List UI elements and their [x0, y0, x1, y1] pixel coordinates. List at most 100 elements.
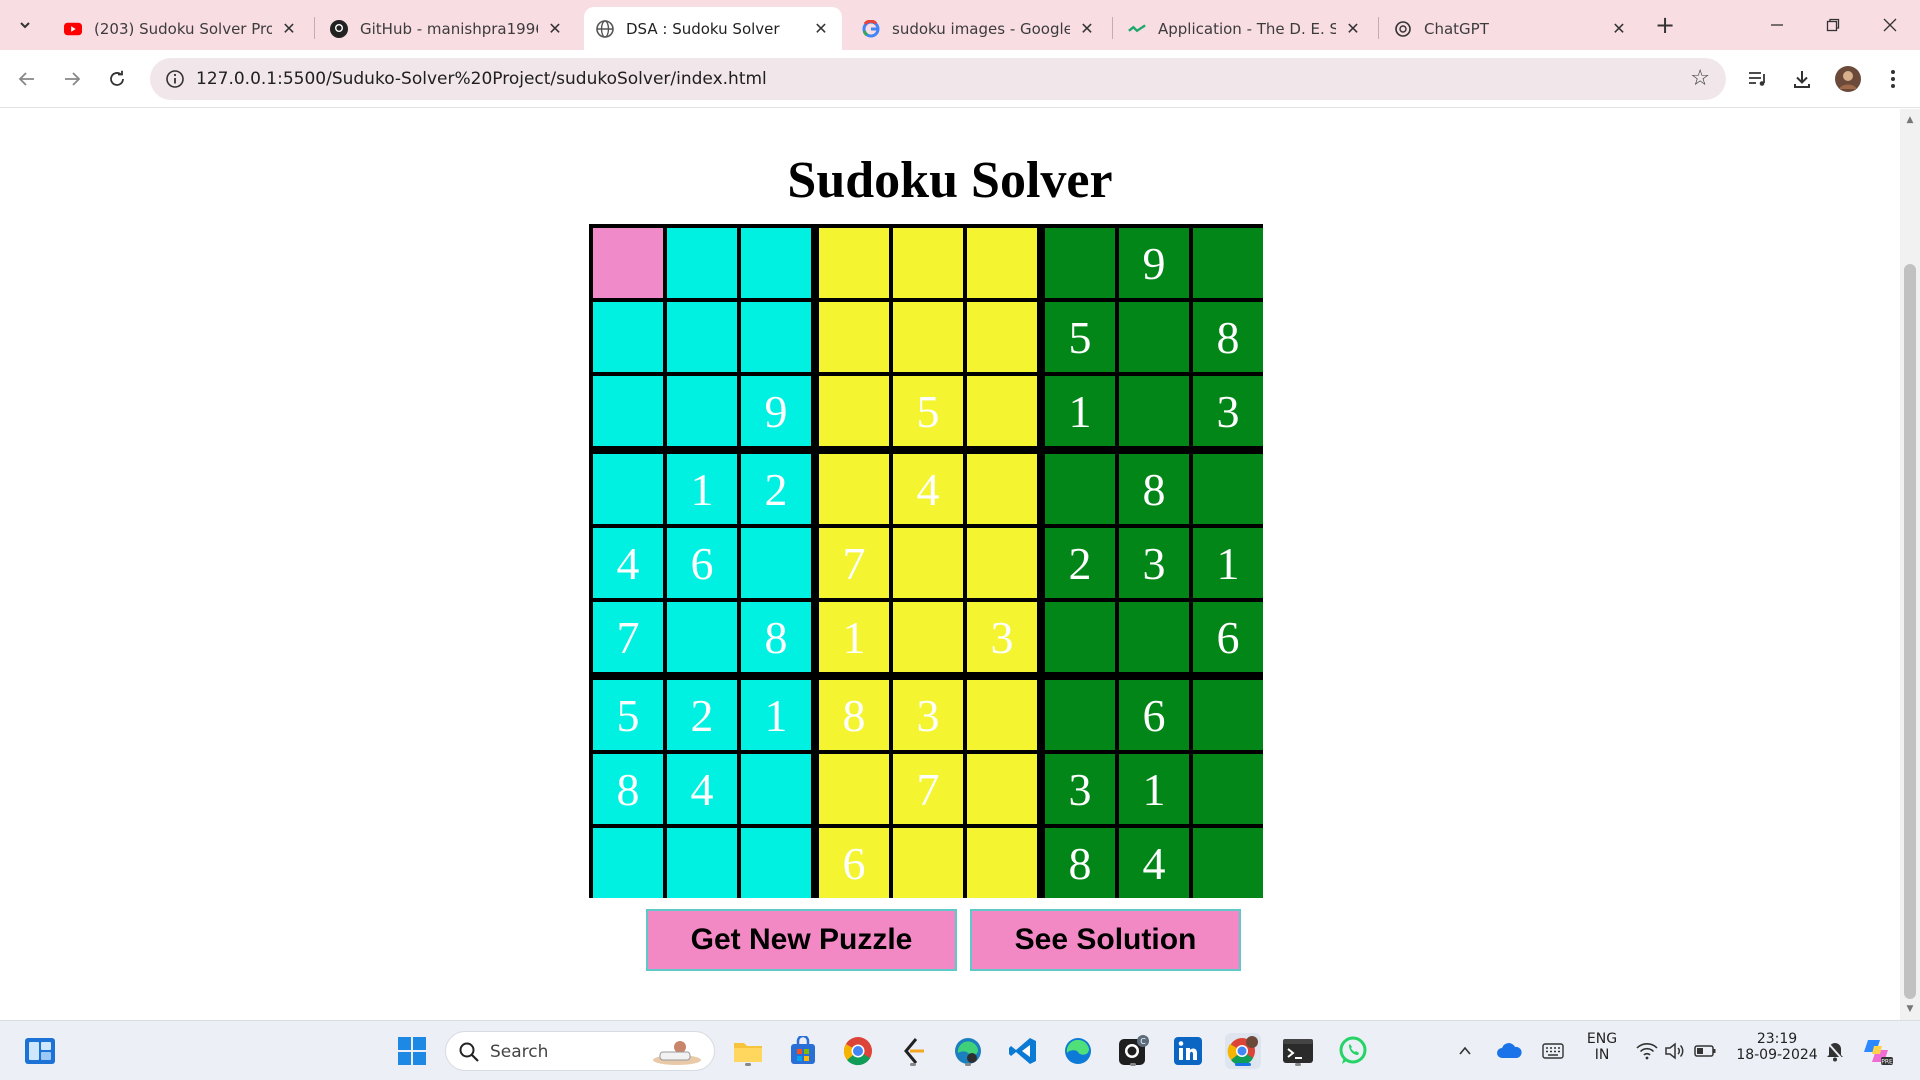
sudoku-cell[interactable] — [741, 528, 811, 598]
sudoku-cell[interactable] — [1119, 302, 1189, 372]
sudoku-cell[interactable]: 2 — [667, 680, 737, 750]
sudoku-cell[interactable] — [967, 754, 1037, 824]
sudoku-cell[interactable] — [1045, 454, 1115, 524]
sudoku-cell[interactable]: 8 — [1119, 454, 1189, 524]
sudoku-cell[interactable] — [593, 828, 663, 898]
sudoku-cell[interactable]: 4 — [593, 528, 663, 598]
sudoku-cell[interactable] — [967, 454, 1037, 524]
sudoku-cell[interactable]: 3 — [1193, 376, 1263, 446]
sudoku-cell[interactable] — [1045, 228, 1115, 298]
see-solution-button[interactable]: See Solution — [970, 909, 1241, 971]
media-control-button[interactable] — [1743, 64, 1773, 94]
new-tab-button[interactable]: + — [1650, 10, 1680, 40]
tab-search-button[interactable] — [10, 10, 40, 40]
taskbar-search-box[interactable]: Search — [445, 1031, 715, 1071]
sudoku-cell[interactable]: 5 — [893, 376, 963, 446]
sudoku-cell[interactable] — [1119, 602, 1189, 672]
forward-button[interactable] — [57, 64, 87, 94]
sudoku-cell[interactable] — [667, 228, 737, 298]
reload-button[interactable] — [102, 64, 132, 94]
sudoku-cell[interactable] — [819, 228, 889, 298]
sudoku-cell[interactable] — [1045, 602, 1115, 672]
taskbar-github-desktop[interactable]: C — [1115, 1033, 1151, 1069]
sudoku-cell[interactable] — [667, 602, 737, 672]
taskbar-dev-tool[interactable] — [895, 1033, 931, 1069]
sudoku-cell[interactable] — [667, 376, 737, 446]
taskbar-vscode[interactable] — [1005, 1033, 1041, 1069]
tray-overflow-button[interactable] — [1454, 1033, 1476, 1069]
sudoku-cell[interactable]: 7 — [893, 754, 963, 824]
sudoku-cell[interactable]: 1 — [1193, 528, 1263, 598]
scroll-up-arrow-icon[interactable]: ▲ — [1900, 111, 1920, 129]
sudoku-cell[interactable]: 8 — [819, 680, 889, 750]
sudoku-cell[interactable]: 6 — [1193, 602, 1263, 672]
get-new-puzzle-button[interactable]: Get New Puzzle — [646, 909, 957, 971]
star-icon[interactable]: ☆ — [1690, 66, 1710, 91]
sudoku-cell[interactable] — [893, 228, 963, 298]
close-tab-icon[interactable]: ✕ — [546, 19, 564, 38]
sudoku-cell[interactable] — [1193, 228, 1263, 298]
onedrive-button[interactable] — [1494, 1033, 1524, 1069]
taskbar-terminal[interactable] — [1280, 1033, 1316, 1069]
address-bar[interactable]: 127.0.0.1:5500/Suduko-Solver%20Project/s… — [150, 58, 1726, 100]
sudoku-cell[interactable]: 3 — [1045, 754, 1115, 824]
sudoku-cell[interactable] — [967, 376, 1037, 446]
sudoku-cell[interactable] — [819, 302, 889, 372]
sudoku-cell[interactable]: 2 — [741, 454, 811, 524]
sudoku-cell[interactable]: 1 — [667, 454, 737, 524]
sudoku-cell[interactable]: 1 — [819, 602, 889, 672]
sudoku-cell[interactable] — [967, 302, 1037, 372]
sudoku-cell[interactable]: 1 — [741, 680, 811, 750]
sudoku-cell[interactable]: 5 — [593, 680, 663, 750]
close-tab-icon[interactable]: ✕ — [280, 19, 298, 38]
sudoku-cell[interactable] — [819, 454, 889, 524]
taskbar-edge-beta[interactable] — [950, 1033, 986, 1069]
sudoku-cell[interactable]: 9 — [741, 376, 811, 446]
sudoku-cell[interactable]: 3 — [893, 680, 963, 750]
sudoku-cell[interactable] — [1045, 680, 1115, 750]
close-tab-icon[interactable]: ✕ — [1344, 19, 1362, 38]
tab-youtube[interactable]: (203) Sudoku Solver Project ✕ — [52, 7, 310, 50]
start-button[interactable] — [394, 1033, 430, 1069]
tab-deshaw[interactable]: Application - The D. E. Shaw ✕ — [1116, 7, 1374, 50]
close-tab-icon[interactable]: ✕ — [812, 19, 830, 38]
sudoku-cell[interactable] — [1193, 680, 1263, 750]
sudoku-cell[interactable] — [967, 680, 1037, 750]
sudoku-cell[interactable]: 1 — [1119, 754, 1189, 824]
sudoku-cell[interactable] — [593, 454, 663, 524]
sudoku-cell[interactable] — [819, 376, 889, 446]
browser-menu-button[interactable] — [1878, 64, 1908, 94]
url-text[interactable]: 127.0.0.1:5500/Suduko-Solver%20Project/s… — [196, 69, 767, 89]
restore-button[interactable] — [1813, 8, 1853, 42]
sudoku-cell[interactable]: 6 — [667, 528, 737, 598]
sudoku-cell[interactable]: 7 — [593, 602, 663, 672]
sudoku-cell[interactable]: 4 — [893, 454, 963, 524]
sudoku-cell[interactable]: 3 — [967, 602, 1037, 672]
sudoku-cell[interactable] — [741, 754, 811, 824]
sudoku-cell[interactable] — [741, 828, 811, 898]
sudoku-cell[interactable]: 8 — [1045, 828, 1115, 898]
sudoku-cell[interactable] — [893, 602, 963, 672]
sudoku-cell[interactable] — [1193, 454, 1263, 524]
profile-avatar[interactable] — [1833, 64, 1863, 94]
wifi-status[interactable] — [1634, 1033, 1660, 1069]
sudoku-cell[interactable] — [593, 376, 663, 446]
back-button[interactable] — [12, 64, 42, 94]
sudoku-cell[interactable] — [593, 302, 663, 372]
sudoku-cell[interactable]: 7 — [819, 528, 889, 598]
close-tab-icon[interactable]: ✕ — [1078, 19, 1096, 38]
tab-github[interactable]: GitHub - manishpra1996/Sudoku ✕ — [318, 7, 576, 50]
sudoku-cell[interactable] — [893, 828, 963, 898]
widgets-button[interactable] — [22, 1033, 58, 1069]
battery-status[interactable] — [1692, 1033, 1718, 1069]
sudoku-cell[interactable] — [893, 302, 963, 372]
sudoku-cell[interactable]: 2 — [1045, 528, 1115, 598]
scroll-thumb[interactable] — [1904, 264, 1916, 999]
scroll-down-arrow-icon[interactable]: ▼ — [1900, 1000, 1920, 1018]
downloads-button[interactable] — [1787, 64, 1817, 94]
sudoku-cell[interactable]: 8 — [741, 602, 811, 672]
sudoku-cell[interactable]: 6 — [1119, 680, 1189, 750]
taskbar-linkedin[interactable] — [1170, 1033, 1206, 1069]
taskbar-chrome[interactable] — [840, 1033, 876, 1069]
sudoku-cell[interactable]: 8 — [593, 754, 663, 824]
